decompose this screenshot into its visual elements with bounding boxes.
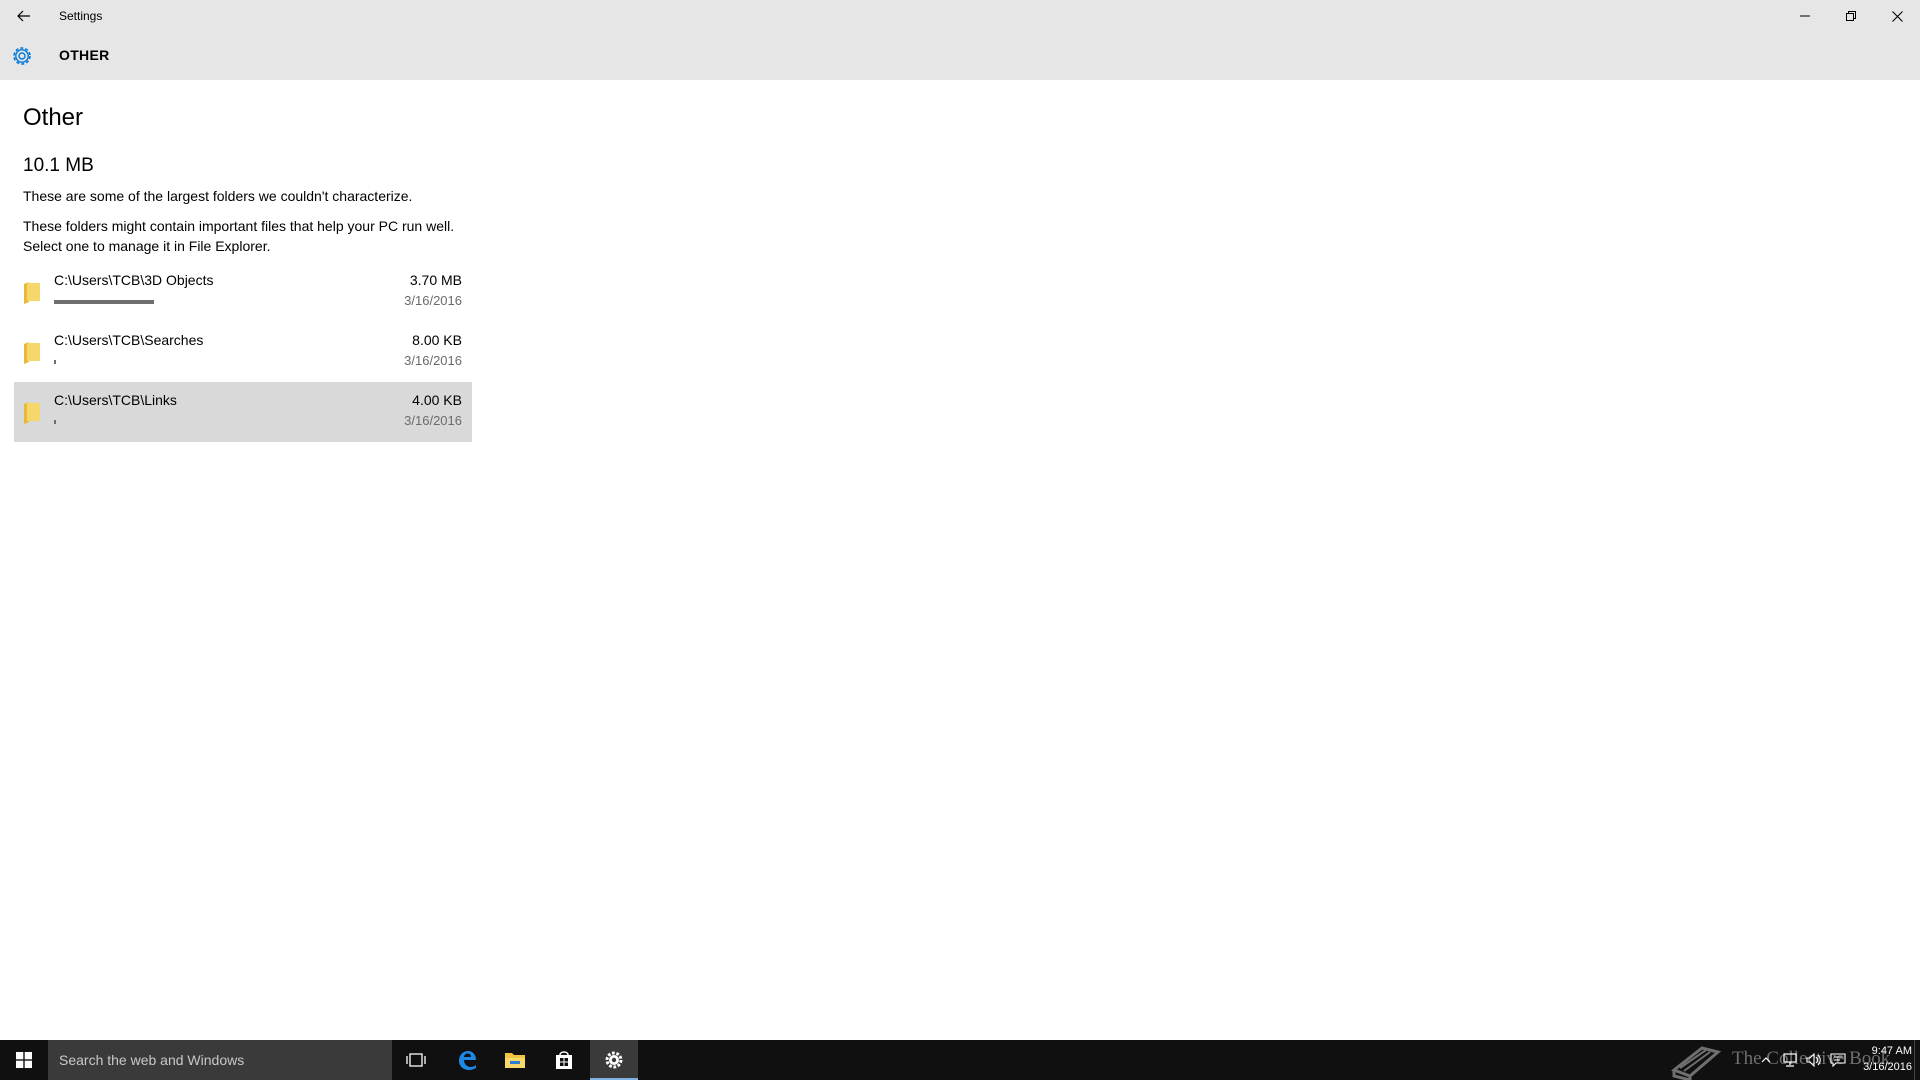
minimize-icon (1800, 15, 1810, 17)
file-explorer-icon (505, 1053, 525, 1068)
windows-logo-icon (16, 1052, 32, 1068)
minimize-button[interactable] (1782, 0, 1828, 32)
gear-icon (10, 44, 34, 68)
title-bar: Settings (0, 0, 1920, 32)
taskbar: Search the web and Windows (0, 1040, 1920, 1080)
file-explorer-button[interactable] (491, 1040, 539, 1080)
restore-icon (1846, 11, 1856, 21)
folder-row[interactable]: C:\Users\TCB\Searches 8.00 KB 3/16/2016 (14, 322, 472, 382)
page-title: Other (23, 104, 84, 131)
folder-size: 4.00 KB (412, 392, 462, 408)
task-view-button[interactable] (392, 1040, 440, 1080)
network-icon (1783, 1053, 1797, 1067)
folder-path: C:\Users\TCB\Links (54, 392, 177, 408)
settings-window: Settings OTHER Other 10.1 MB These are s… (0, 0, 1920, 1080)
folder-icon (24, 282, 40, 304)
folder-row[interactable]: C:\Users\TCB\Links 4.00 KB 3/16/2016 (14, 382, 472, 442)
arrow-left-icon (17, 10, 30, 22)
clock[interactable]: 9:47 AM 3/16/2016 (1852, 1043, 1912, 1077)
folder-path: C:\Users\TCB\Searches (54, 332, 204, 348)
page-header: OTHER (0, 32, 1920, 80)
folder-row[interactable]: C:\Users\TCB\3D Objects 3.70 MB 3/16/201… (14, 262, 472, 322)
book-icon (1670, 1046, 1722, 1080)
volume-icon (1806, 1053, 1821, 1067)
close-button[interactable] (1874, 0, 1920, 32)
usage-bar (54, 420, 394, 424)
folder-date: 3/16/2016 (404, 293, 462, 308)
usage-bar (54, 300, 394, 304)
folder-size: 3.70 MB (409, 272, 462, 288)
usage-bar (54, 360, 394, 364)
search-box[interactable]: Search the web and Windows (48, 1040, 392, 1080)
usage-bar-fill (54, 420, 57, 424)
start-button[interactable] (0, 1040, 48, 1080)
usage-bar-fill (54, 360, 57, 364)
folder-size: 8.00 KB (412, 332, 462, 348)
volume-button[interactable] (1804, 1050, 1824, 1070)
back-button[interactable] (0, 0, 48, 32)
clock-date: 3/16/2016 (1863, 1061, 1912, 1073)
task-view-icon (406, 1053, 426, 1067)
settings-taskbar-button[interactable] (590, 1040, 638, 1080)
description-text: These are some of the largest folders we… (23, 188, 413, 204)
action-center-button[interactable] (1828, 1050, 1848, 1070)
window-title: Settings (59, 9, 103, 23)
folder-date: 3/16/2016 (404, 413, 462, 428)
restore-button[interactable] (1828, 0, 1874, 32)
folder-date: 3/16/2016 (404, 353, 462, 368)
show-hidden-icons-button[interactable] (1756, 1050, 1776, 1070)
clock-time: 9:47 AM (1871, 1045, 1912, 1057)
search-placeholder: Search the web and Windows (59, 1052, 245, 1068)
settings-icon (605, 1051, 623, 1069)
usage-bar-fill (54, 300, 155, 304)
folder-path: C:\Users\TCB\3D Objects (54, 272, 214, 288)
edge-button[interactable] (443, 1040, 491, 1080)
edge-icon (459, 1051, 476, 1070)
close-icon (1891, 10, 1903, 22)
action-center-icon (1830, 1053, 1846, 1067)
folder-icon (24, 342, 40, 364)
show-desktop-button[interactable] (1914, 1040, 1920, 1080)
header-title: OTHER (59, 47, 110, 63)
folder-list: C:\Users\TCB\3D Objects 3.70 MB 3/16/201… (14, 262, 472, 442)
instruction-text: These folders might contain important fi… (23, 218, 455, 254)
total-size: 10.1 MB (23, 155, 94, 176)
store-icon (556, 1051, 572, 1069)
folder-icon (24, 402, 40, 424)
chevron-up-icon (1761, 1057, 1771, 1063)
store-button[interactable] (540, 1040, 588, 1080)
network-button[interactable] (1780, 1050, 1800, 1070)
